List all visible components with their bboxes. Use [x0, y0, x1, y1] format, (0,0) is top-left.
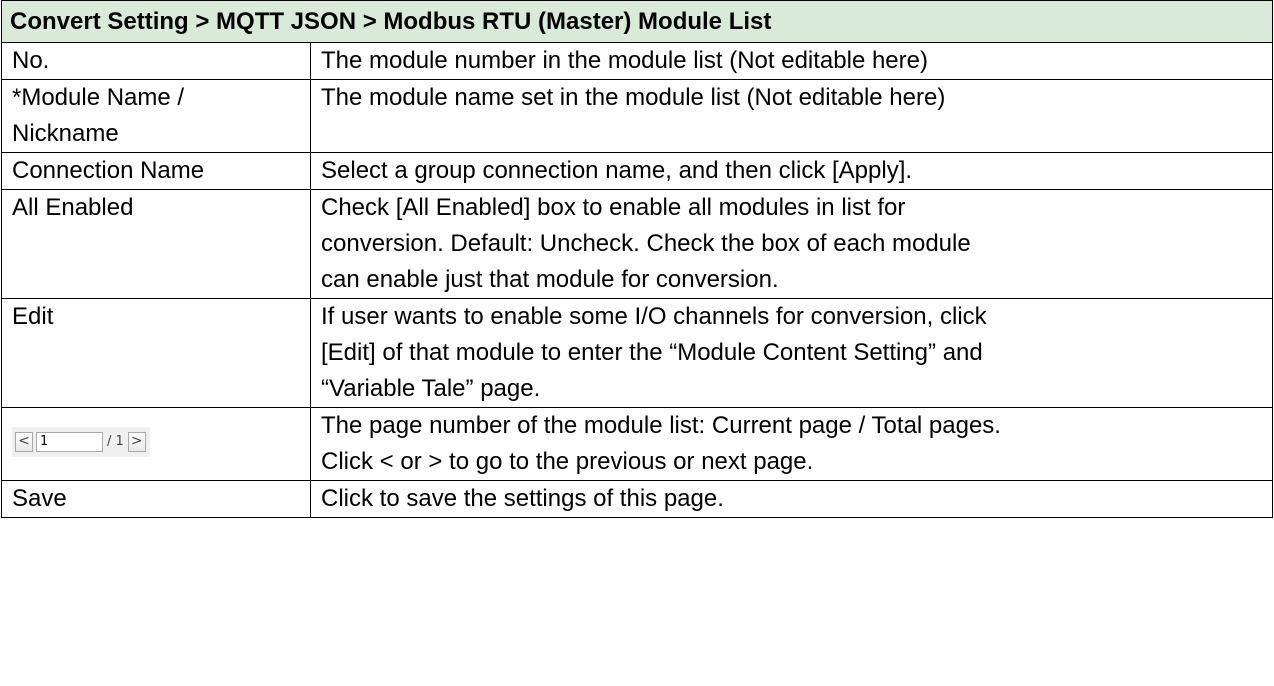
field-description: If user wants to enable some I/O channel…	[310, 298, 1273, 408]
table-title: Convert Setting > MQTT JSON > Modbus RTU…	[1, 0, 1273, 43]
description-line: If user wants to enable some I/O channel…	[321, 303, 987, 330]
pager-widget: < / 1 >	[12, 427, 150, 457]
description-line: conversion. Default: Uncheck. Check the …	[321, 230, 971, 257]
description-line: “Variable Tale” page.	[321, 375, 541, 402]
field-name: *Module Name / Nickname	[1, 79, 311, 153]
field-description: The module number in the module list (No…	[310, 42, 1273, 80]
description-line: The page number of the module list: Curr…	[321, 412, 1001, 439]
field-name: Save	[1, 480, 311, 518]
field-name: Connection Name	[1, 152, 311, 190]
table-row: No. The module number in the module list…	[1, 42, 1273, 80]
total-pages-label: / 1	[107, 434, 124, 449]
table-header-row: Convert Setting > MQTT JSON > Modbus RTU…	[1, 0, 1273, 43]
table-row: Edit If user wants to enable some I/O ch…	[1, 298, 1273, 408]
table-row: All Enabled Check [All Enabled] box to e…	[1, 189, 1273, 299]
field-description: The page number of the module list: Curr…	[310, 407, 1273, 481]
description-line: Check [All Enabled] box to enable all mo…	[321, 194, 906, 221]
table-row: *Module Name / Nickname The module name …	[1, 79, 1273, 153]
table-row: Connection Name Select a group connectio…	[1, 152, 1273, 190]
table-row: < / 1 > The page number of the module li…	[1, 407, 1273, 481]
description-line: [Edit] of that module to enter the “Modu…	[321, 339, 983, 366]
field-name-line: Nickname	[12, 120, 119, 147]
field-description: Check [All Enabled] box to enable all mo…	[310, 189, 1273, 299]
pager-cell: < / 1 >	[1, 407, 311, 481]
page-number-input[interactable]	[36, 432, 103, 452]
field-description: The module name set in the module list (…	[310, 79, 1273, 153]
description-line: Click < or > to go to the previous or ne…	[321, 448, 814, 475]
settings-table: Convert Setting > MQTT JSON > Modbus RTU…	[1, 0, 1273, 518]
prev-page-button[interactable]: <	[15, 432, 33, 452]
field-name: No.	[1, 42, 311, 80]
field-name-line: *Module Name /	[12, 84, 185, 111]
field-description: Click to save the settings of this page.	[310, 480, 1273, 518]
field-name: All Enabled	[1, 189, 311, 299]
description-line: can enable just that module for conversi…	[321, 266, 779, 293]
field-name: Edit	[1, 298, 311, 408]
next-page-button[interactable]: >	[127, 432, 146, 452]
table-row: Save Click to save the settings of this …	[1, 480, 1273, 518]
field-description: Select a group connection name, and then…	[310, 152, 1273, 190]
